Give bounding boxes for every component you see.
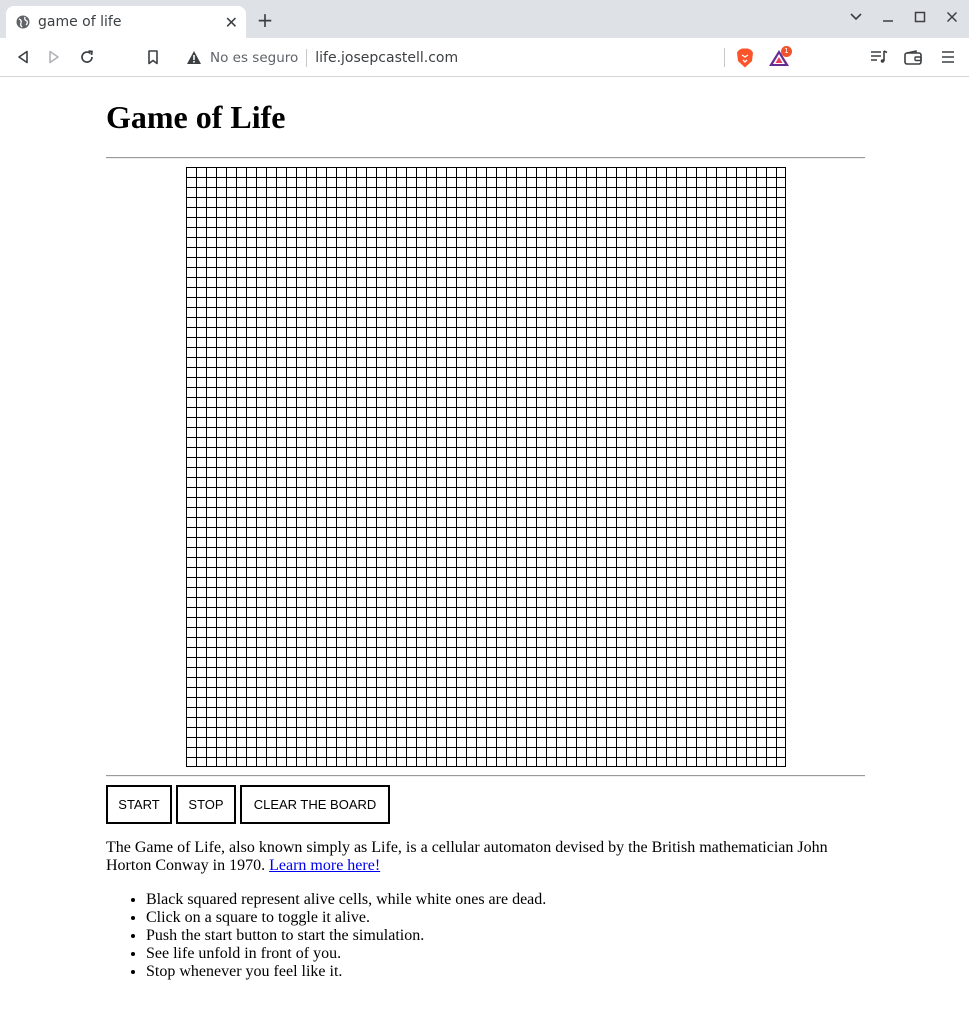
bookmark-icon[interactable]: [143, 47, 163, 67]
brave-rewards-icon[interactable]: 1: [768, 46, 792, 68]
browser-toolbar: No es seguro life.josepcastell.com 1: [0, 38, 969, 77]
reload-icon[interactable]: [77, 47, 97, 67]
tab-title: game of life: [38, 14, 122, 30]
page-title: Game of Life: [106, 99, 286, 135]
controls: START STOP CLEAR THE BOARD: [106, 785, 390, 824]
stop-button[interactable]: STOP: [176, 785, 236, 824]
rewards-badge: 1: [781, 46, 792, 57]
chevron-down-icon[interactable]: [847, 8, 865, 26]
new-tab-button[interactable]: +: [255, 10, 275, 30]
clear-board-button[interactable]: CLEAR THE BOARD: [240, 785, 390, 824]
instructions-list: Black squared represent alive cells, whi…: [106, 891, 546, 981]
brave-shields-icon[interactable]: [736, 48, 754, 68]
learn-more-link[interactable]: Learn more here!: [269, 857, 380, 874]
back-icon[interactable]: [13, 47, 33, 67]
list-item: Push the start button to start the simul…: [146, 927, 546, 945]
list-item: Click on a square to toggle it alive.: [146, 909, 546, 927]
omnibox-divider: [306, 48, 308, 67]
tab-strip: game of life ✕ +: [0, 0, 969, 38]
playlist-icon[interactable]: [869, 47, 889, 67]
menu-icon[interactable]: [938, 47, 958, 67]
warning-icon[interactable]: [186, 50, 202, 66]
list-item: See life unfold in front of you.: [146, 945, 546, 963]
list-item: Black squared represent alive cells, whi…: [146, 891, 546, 909]
address-bar[interactable]: No es seguro life.josepcastell.com 1: [176, 43, 796, 72]
minimize-icon[interactable]: [879, 8, 897, 26]
start-button[interactable]: START: [106, 785, 172, 824]
bottom-divider: [106, 775, 865, 777]
top-divider: [106, 157, 865, 159]
omnibox-divider-right: [724, 48, 725, 67]
description-text: The Game of Life, also known simply as L…: [106, 839, 828, 874]
globe-icon: [16, 15, 30, 29]
tab-game-of-life[interactable]: game of life ✕: [6, 6, 246, 38]
security-label[interactable]: No es seguro: [210, 50, 298, 66]
forward-icon[interactable]: [44, 47, 64, 67]
maximize-icon[interactable]: [911, 8, 929, 26]
description: The Game of Life, also known simply as L…: [106, 839, 865, 875]
close-window-icon[interactable]: [943, 8, 961, 26]
tab-close-icon[interactable]: ✕: [225, 13, 238, 32]
game-board[interactable]: [186, 167, 786, 767]
list-item: Stop whenever you feel like it.: [146, 963, 546, 981]
wallet-icon[interactable]: [903, 47, 923, 67]
url-text[interactable]: life.josepcastell.com: [315, 50, 458, 66]
